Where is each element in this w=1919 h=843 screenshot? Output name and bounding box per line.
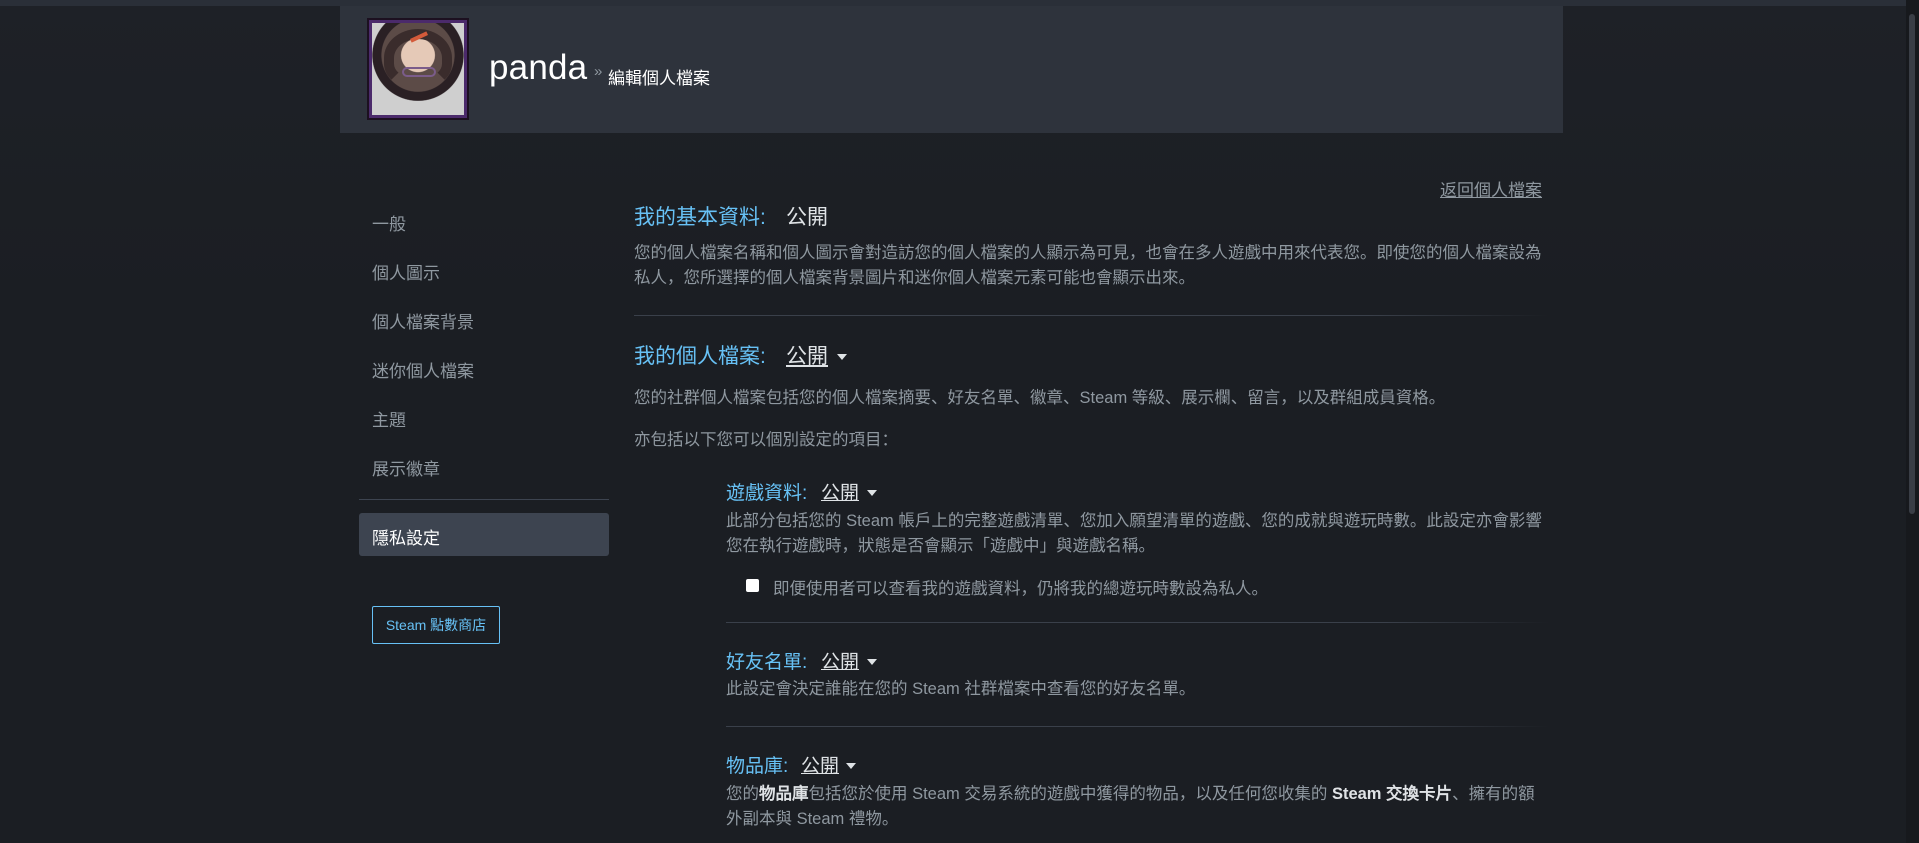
sidebar-item-mini-profile[interactable]: 迷你個人檔案 bbox=[372, 357, 474, 382]
section-divider bbox=[634, 315, 1549, 316]
also-includes-text: 亦包括以下您可以個別設定的項目： bbox=[634, 431, 898, 449]
points-shop-button[interactable]: Steam 點數商店 bbox=[372, 606, 500, 644]
scrollbar-thumb[interactable] bbox=[1909, 14, 1915, 514]
page: panda » 編輯個人檔案 一般 個人圖示 個人檔案背景 迷你個人檔案 主題 … bbox=[0, 0, 1919, 843]
inventory-desc-bold: 物品庫 bbox=[759, 785, 809, 803]
chevron-down-icon[interactable] bbox=[846, 763, 856, 769]
persona-name[interactable]: panda bbox=[489, 48, 587, 88]
profile-privacy-label: 我的個人檔案: bbox=[634, 345, 766, 368]
back-to-profile-link[interactable]: 返回個人檔案 bbox=[1440, 176, 1542, 201]
basic-info-value: 公開 bbox=[786, 206, 828, 229]
basic-info-description: 您的個人檔案名稱和個人圖示會對造訪您的個人檔案的人顯示為可見，也會在多人遊戲中用… bbox=[634, 244, 1542, 287]
inventory-label: 物品庫: bbox=[726, 756, 789, 777]
inventory-desc-text: 包括您於使用 Steam 交易系統的遊戲中獲得的物品，以及任何您收集的 bbox=[808, 785, 1332, 803]
section-divider bbox=[726, 726, 1549, 727]
page-title: 編輯個人檔案 bbox=[608, 69, 710, 88]
inventory-description: 您的物品庫包括您於使用 Steam 交易系統的遊戲中獲得的物品，以及任何您收集的… bbox=[726, 782, 1550, 832]
inventory-desc-bold: Steam 交換卡片 bbox=[1331, 785, 1453, 803]
sidebar-item-label: 隱私設定 bbox=[372, 529, 440, 548]
hide-playtime-checkbox[interactable] bbox=[746, 579, 759, 592]
chevron-down-icon[interactable] bbox=[867, 490, 877, 496]
profile-description: 您的社群個人檔案包括您的個人檔案摘要、好友名單、徽章、Steam 等級、展示欄、… bbox=[634, 389, 1446, 407]
sidebar-item-theme[interactable]: 主題 bbox=[372, 406, 406, 431]
game-details-dropdown[interactable]: 公開 bbox=[821, 478, 859, 505]
profile-privacy-dropdown[interactable]: 公開 bbox=[786, 340, 828, 370]
inventory-desc-text: 您的 bbox=[726, 785, 759, 803]
chevron-down-icon[interactable] bbox=[837, 354, 847, 360]
basic-info-label: 我的基本資料: bbox=[634, 206, 766, 229]
sidebar-item-avatar[interactable]: 個人圖示 bbox=[372, 259, 440, 284]
sidebar-item-general[interactable]: 一般 bbox=[372, 210, 406, 235]
friends-list-dropdown[interactable]: 公開 bbox=[821, 647, 859, 674]
chevron-down-icon[interactable] bbox=[867, 659, 877, 665]
profile-header: panda » 編輯個人檔案 bbox=[340, 6, 1563, 133]
game-details-description: 此部分包括您的 Steam 帳戶上的完整遊戲清單、您加入願望清單的遊戲、您的成就… bbox=[726, 512, 1542, 555]
sidebar-item-profile-background[interactable]: 個人檔案背景 bbox=[372, 308, 474, 333]
inventory-dropdown[interactable]: 公開 bbox=[801, 751, 839, 778]
breadcrumb-separator: » bbox=[594, 63, 603, 80]
avatar[interactable] bbox=[372, 23, 464, 115]
section-divider bbox=[726, 622, 1549, 623]
friends-list-label: 好友名單: bbox=[726, 652, 808, 673]
hide-playtime-checkbox-label[interactable]: 即便使用者可以查看我的遊戲資料，仍將我的總遊玩時數設為私人。 bbox=[773, 575, 1268, 599]
avatar-glasses-shape bbox=[402, 67, 436, 77]
game-details-label: 遊戲資料: bbox=[726, 483, 808, 504]
sidebar-divider bbox=[359, 499, 609, 500]
sidebar-item-privacy-settings[interactable]: 隱私設定 bbox=[359, 513, 609, 556]
friends-list-description: 此設定會決定誰能在您的 Steam 社群檔案中查看您的好友名單。 bbox=[726, 680, 1196, 698]
sidebar-item-featured-badge[interactable]: 展示徽章 bbox=[372, 455, 440, 480]
scrollbar[interactable] bbox=[1906, 0, 1919, 843]
